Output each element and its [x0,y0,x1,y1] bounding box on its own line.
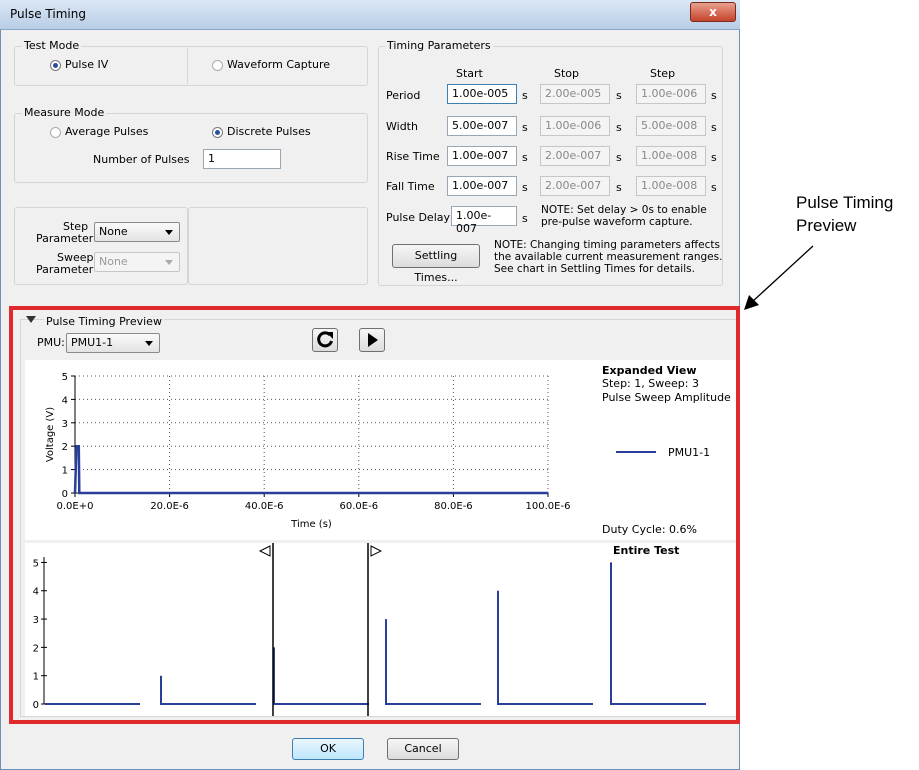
unit-label: s [711,121,717,134]
period-stop-input[interactable]: 2.00e-005 [540,84,610,104]
delay-note-line-2: pre-pulse waveform capture. [541,216,693,228]
unit-label: s [522,121,528,134]
average-pulses-label: Average Pulses [65,125,149,138]
step-parameter-label-2: Parameter [36,232,94,245]
unit-label: s [522,181,528,194]
discrete-pulses-radio[interactable] [212,127,223,138]
unit-label: s [522,151,528,164]
settling-times-button[interactable]: Settling Times... [392,244,480,284]
unit-label: s [616,89,622,102]
window-title: Pulse Timing [10,7,86,21]
width-stop-input[interactable]: 1.00e-006 [540,116,610,136]
period-label: Period [386,89,421,102]
rise-time-stop-input[interactable]: 2.00e-007 [540,146,610,166]
close-button[interactable]: x [690,2,736,22]
unit-label: s [616,151,622,164]
pulse-iv-radio[interactable] [50,60,61,71]
rise-time-label: Rise Time [386,150,440,163]
number-of-pulses-label: Number of Pulses [93,153,190,166]
sweep-parameter-select[interactable]: None [94,252,180,272]
waveform-capture-label: Waveform Capture [227,58,331,71]
test-mode-label: Test Mode [22,39,82,52]
pulse-delay-input[interactable]: 1.00e-007 [451,206,517,235]
preview-highlight-frame [9,306,740,724]
callout-line-2: Preview [796,216,857,235]
width-label: Width [386,120,418,133]
empty-params-group [188,207,368,285]
fall-time-step-input[interactable]: 1.00e-008 [636,176,706,196]
unit-label: s [522,212,528,225]
start-header: Start [456,67,483,80]
timing-parameters-label: Timing Parameters [385,39,493,52]
settling-note-line-2: the available current measurement ranges… [494,251,723,263]
ok-button[interactable]: OK [292,738,364,760]
rise-time-step-input[interactable]: 1.00e-008 [636,146,706,166]
stop-header: Stop [554,67,580,80]
measure-mode-group [14,113,368,183]
divider [187,48,188,84]
cancel-button[interactable]: Cancel [387,738,459,760]
unit-label: s [616,181,622,194]
unit-label: s [522,89,528,102]
pulse-delay-label: Pulse Delay [386,211,451,224]
fall-time-start-input[interactable]: 1.00e-007 [447,176,517,196]
step-parameter-value: None [99,225,128,238]
callout-arrow [744,245,814,310]
settling-note-line-3: See chart in Settling Times for details. [494,263,695,275]
fall-time-stop-input[interactable]: 2.00e-007 [540,176,610,196]
pulse-iv-label: Pulse IV [65,58,109,71]
settling-note-line-1: NOTE: Changing timing parameters affects [494,239,720,251]
rise-time-start-input[interactable]: 1.00e-007 [447,146,517,166]
unit-label: s [711,151,717,164]
waveform-capture-radio[interactable] [212,60,223,71]
number-of-pulses-input[interactable]: 1 [203,149,281,169]
sweep-parameter-label-2: Parameter [36,263,94,276]
step-parameter-select[interactable]: None [94,222,180,242]
period-step-input[interactable]: 1.00e-006 [636,84,706,104]
step-header: Step [650,67,676,80]
unit-label: s [711,89,717,102]
chevron-down-icon [165,230,173,235]
title-bar: Pulse Timing x [0,0,740,30]
delay-note-line-1: NOTE: Set delay > 0s to enable [541,204,707,216]
callout-line-1: Pulse Timing [796,193,894,212]
unit-label: s [616,121,622,134]
fall-time-label: Fall Time [386,180,435,193]
width-step-input[interactable]: 5.00e-008 [636,116,706,136]
chevron-down-icon [165,260,173,265]
unit-label: s [711,181,717,194]
discrete-pulses-label: Discrete Pulses [227,125,311,138]
period-start-input[interactable]: 1.00e-005 [447,84,517,104]
measure-mode-label: Measure Mode [22,106,107,119]
width-start-input[interactable]: 5.00e-007 [447,116,517,136]
average-pulses-radio[interactable] [50,127,61,138]
sweep-parameter-value: None [99,255,128,268]
